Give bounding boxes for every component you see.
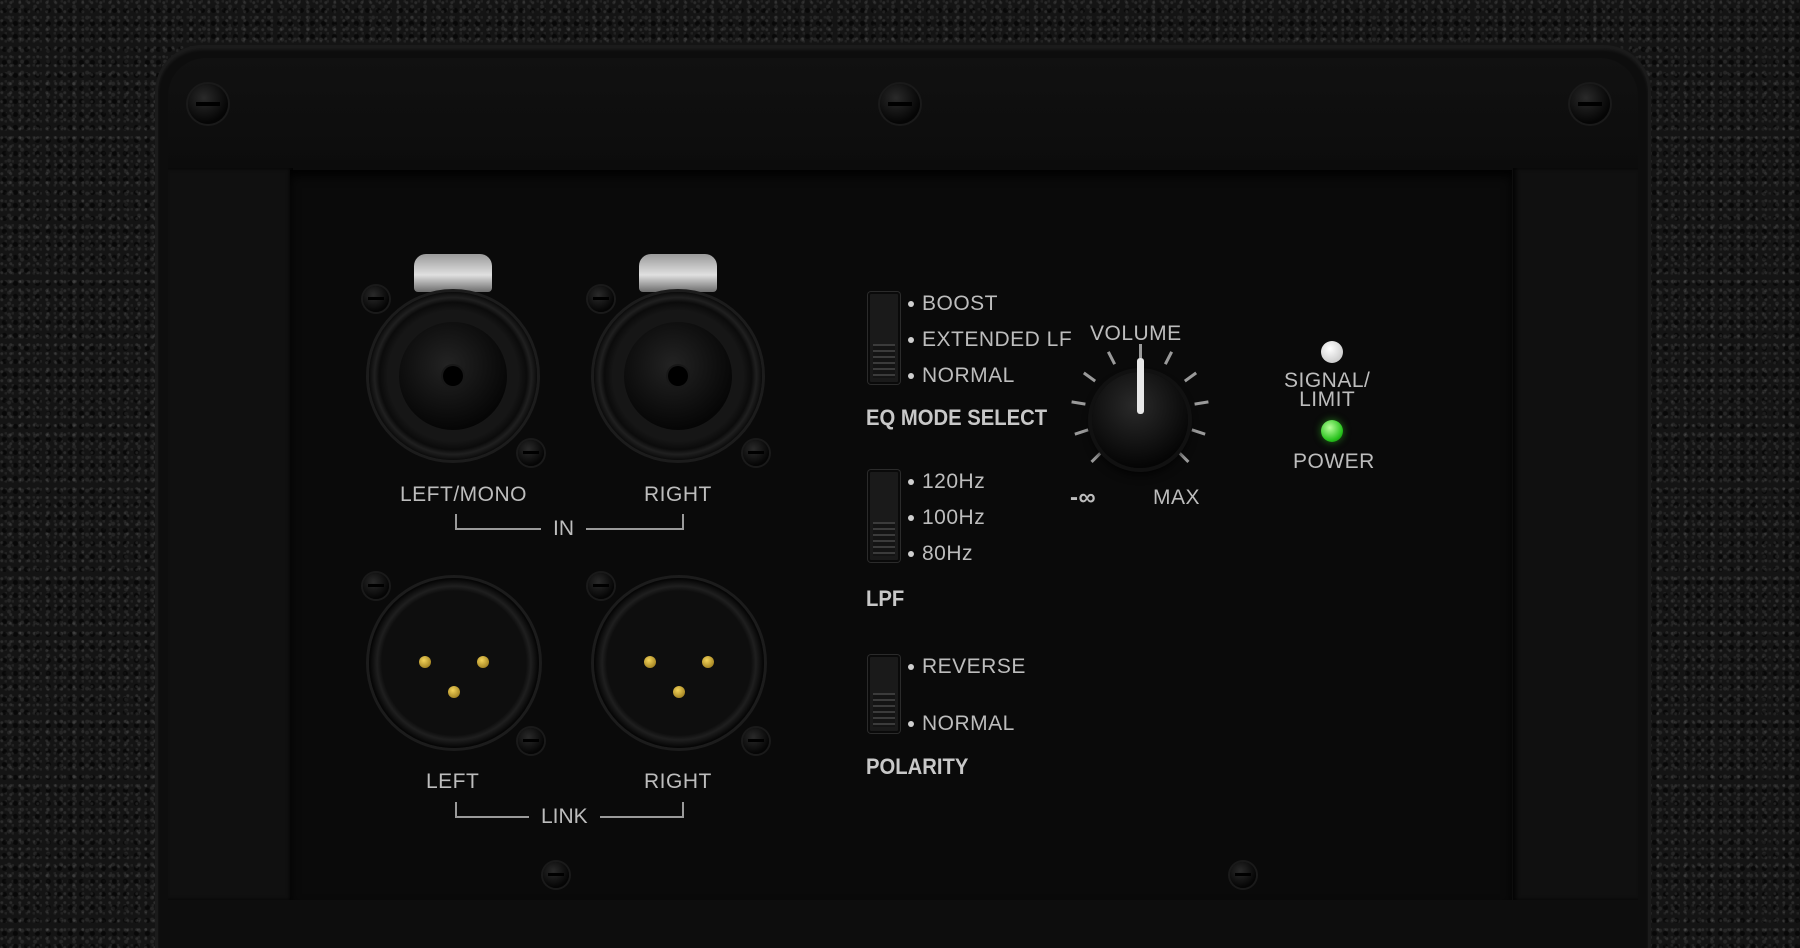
screw-icon <box>743 440 769 466</box>
polarity-title: POLARITY <box>866 754 969 779</box>
signal-limit-label: SIGNAL/LIMIT <box>1284 369 1371 411</box>
lpf-title: LPF <box>866 586 905 611</box>
link-group-label: LINK <box>529 805 600 829</box>
screw-icon <box>363 286 389 312</box>
screw-icon <box>363 573 389 599</box>
lpf-option: 100Hz <box>908 506 985 530</box>
power-led <box>1321 420 1343 442</box>
lpf-option: 80Hz <box>908 542 973 566</box>
link-right-label: RIGHT <box>644 770 712 793</box>
screw-icon <box>588 573 614 599</box>
screw-icon <box>743 728 769 754</box>
volume-min-label: -∞ <box>1070 484 1097 511</box>
screw-icon <box>518 728 544 754</box>
in-group-label: IN <box>541 517 586 541</box>
eq-mode-option: BOOST <box>908 292 998 316</box>
jack-release-latch[interactable] <box>639 254 717 292</box>
input-left-mono-label: LEFT/MONO <box>400 483 528 506</box>
lpf-switch[interactable] <box>868 470 900 562</box>
eq-mode-switch[interactable] <box>868 292 900 384</box>
eq-mode-option: EXTENDED LF <box>908 328 1072 352</box>
link-left-xlr-jack[interactable] <box>369 578 539 748</box>
input-right-label: RIGHT <box>644 483 712 506</box>
lpf-option: 120Hz <box>908 470 985 494</box>
volume-max-label: MAX <box>1153 486 1201 509</box>
screw-icon <box>188 84 228 124</box>
signal-limit-led <box>1321 341 1343 363</box>
polarity-option: NORMAL <box>908 712 1015 736</box>
volume-knob[interactable] <box>1092 358 1188 468</box>
jack-release-latch[interactable] <box>414 254 492 292</box>
screw-icon <box>880 84 920 124</box>
link-right-xlr-jack[interactable] <box>594 578 764 748</box>
screw-icon <box>1570 84 1610 124</box>
right-rail <box>1513 168 1638 900</box>
polarity-option: REVERSE <box>908 655 1026 679</box>
volume-title: VOLUME <box>1090 322 1182 345</box>
input-left-mono-jack[interactable] <box>369 292 537 460</box>
input-right-jack[interactable] <box>594 292 762 460</box>
power-label: POWER <box>1293 450 1375 473</box>
volume-pointer <box>1137 358 1144 414</box>
screw-icon <box>588 286 614 312</box>
screw-icon <box>543 862 569 888</box>
volume-tick <box>1138 344 1142 358</box>
screw-icon <box>518 440 544 466</box>
screw-icon <box>1230 862 1256 888</box>
left-rail <box>168 168 293 900</box>
link-left-label: LEFT <box>426 770 480 793</box>
eq-mode-title: EQ MODE SELECT <box>866 405 1048 430</box>
polarity-switch[interactable] <box>868 655 900 733</box>
eq-mode-option: NORMAL <box>908 364 1015 388</box>
